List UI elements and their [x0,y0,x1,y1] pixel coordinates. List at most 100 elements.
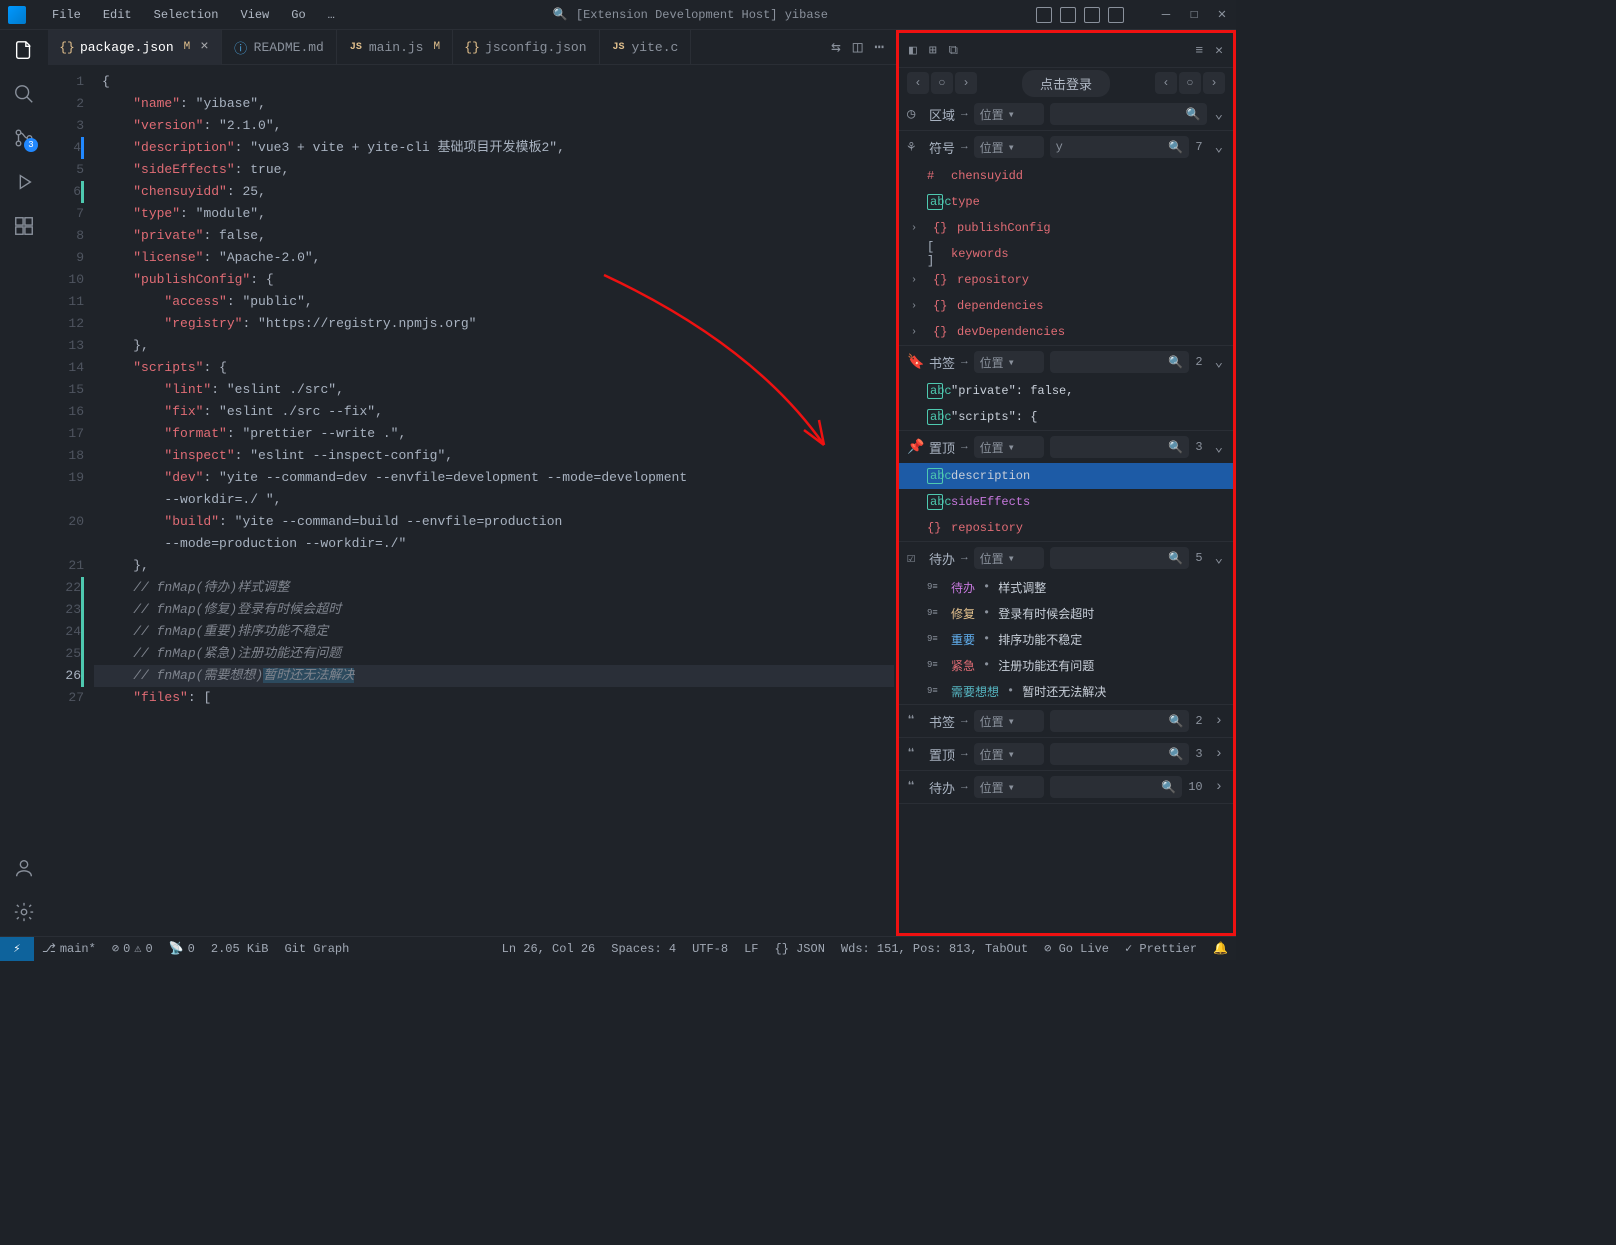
prettier[interactable]: ✓ Prettier [1117,937,1205,961]
todo-item[interactable]: 9≡待办•样式调整 [899,574,1233,600]
filter-input[interactable]: 🔍 [1050,436,1190,458]
menu-edit[interactable]: Edit [93,4,142,26]
pin-item[interactable]: {}repository [899,515,1233,541]
todo-item[interactable]: 9≡重要•排序功能不稳定 [899,626,1233,652]
panel-icon[interactable]: ⧉ [949,43,958,58]
minimize-icon[interactable]: — [1160,9,1172,21]
git-graph[interactable]: Git Graph [276,937,357,961]
filter-dropdown[interactable]: 位置▾ [974,776,1044,798]
remote-button[interactable]: ⚡ [0,937,34,961]
search-icon[interactable] [12,82,36,106]
go-live[interactable]: ⊘ Go Live [1036,937,1117,961]
menu-icon[interactable]: ≡ [1195,43,1203,58]
menu-go[interactable]: Go [281,4,315,26]
title-center[interactable]: 🔍 [Extension Development Host] yibase [345,7,1036,22]
filter-dropdown[interactable]: 位置▾ [974,547,1044,569]
account-icon[interactable] [12,856,36,880]
filter-input[interactable]: 🔍 [1050,776,1183,798]
symbol-item[interactable]: abctype [899,189,1233,215]
tab-readme[interactable]: ⓘ README.md [222,30,337,65]
collapse-icon[interactable]: ⌄ [1213,550,1225,567]
collapse-icon[interactable]: › [1213,779,1225,795]
cursor-position[interactable]: Ln 26, Col 26 [494,937,604,961]
filter-input[interactable]: 🔍 [1050,103,1207,125]
filter-dropdown[interactable]: 位置▾ [974,436,1044,458]
problems-status[interactable]: ⊘ 0 ⚠ 0 [104,937,161,961]
symbol-item[interactable]: ›{}devDependencies [899,319,1233,345]
nav-next[interactable]: › [1203,72,1225,94]
indentation[interactable]: Spaces: 4 [603,937,684,961]
menu-selection[interactable]: Selection [144,4,229,26]
compare-icon[interactable]: ⇆ [831,37,841,57]
code-content[interactable]: { "name": "yibase", "version": "2.1.0", … [94,65,894,936]
layout-icon[interactable] [1084,7,1100,23]
encoding[interactable]: UTF-8 [684,937,736,961]
close-icon[interactable]: ✕ [1215,43,1223,58]
todo-item[interactable]: 9≡紧急•注册功能还有问题 [899,652,1233,678]
filter-dropdown[interactable]: 位置▾ [974,103,1044,125]
filter-input[interactable]: 🔍 [1050,547,1190,569]
extensions-icon[interactable] [12,214,36,238]
todo-item[interactable]: 9≡修复•登录有时候会超时 [899,600,1233,626]
tab-main-js[interactable]: JS main.js M [337,30,453,65]
login-button[interactable]: 点击登录 [1022,70,1110,97]
notifications[interactable]: 🔔 [1205,937,1236,961]
tab-package-json[interactable]: {} package.json M × [48,30,222,65]
nav-circle[interactable]: ○ [1179,72,1201,94]
settings-icon[interactable] [12,900,36,924]
split-icon[interactable]: ◫ [853,37,863,57]
language[interactable]: {} JSON [767,937,833,961]
pin-item[interactable]: abcsideEffects [899,489,1233,515]
filter-dropdown[interactable]: 位置▾ [974,351,1044,373]
close-icon[interactable]: ✕ [1216,9,1228,21]
layout-icon[interactable] [1060,7,1076,23]
symbol-item[interactable]: ›{}repository [899,267,1233,293]
more-icon[interactable]: ⋯ [874,37,884,57]
collapse-icon[interactable]: ⌄ [1213,354,1225,371]
word-count[interactable]: Wds: 151, Pos: 813, TabOut [833,937,1036,961]
maximize-icon[interactable]: ☐ [1188,9,1200,21]
tab-jsconfig[interactable]: {} jsconfig.json [453,30,599,65]
radio-status[interactable]: 📡 0 [161,937,203,961]
collapse-icon[interactable]: ⌄ [1213,439,1225,456]
nav-next[interactable]: › [955,72,977,94]
scm-icon[interactable]: 3 [12,126,36,150]
tab-yite[interactable]: JS yite.c [600,30,692,65]
nav-prev[interactable]: ‹ [1155,72,1177,94]
eol[interactable]: LF [736,937,766,961]
filter-dropdown[interactable]: 位置▾ [974,743,1044,765]
nav-circle[interactable]: ○ [931,72,953,94]
filter-dropdown[interactable]: 位置▾ [974,136,1044,158]
panel-icon[interactable]: ⊞ [929,43,937,58]
filter-input[interactable]: 🔍 [1050,351,1190,373]
debug-icon[interactable] [12,170,36,194]
symbol-item[interactable]: ›{}publishConfig [899,215,1233,241]
filter-input[interactable]: 🔍 [1050,710,1190,732]
symbol-item[interactable]: #chensuyidd [899,163,1233,189]
pin-item[interactable]: abcdescription [899,463,1233,489]
nav-prev[interactable]: ‹ [907,72,929,94]
filter-dropdown[interactable]: 位置▾ [974,710,1044,732]
branch-status[interactable]: ⎇ main* [34,937,104,961]
explorer-icon[interactable] [12,38,36,62]
symbol-item[interactable]: ›{}dependencies [899,293,1233,319]
panel-icon[interactable]: ◧ [909,43,917,58]
filter-input[interactable]: 🔍 [1050,743,1190,765]
menu-more[interactable]: … [318,4,345,26]
collapse-icon[interactable]: › [1213,713,1225,729]
collapse-icon[interactable]: › [1213,746,1225,762]
collapse-icon[interactable]: ⌄ [1213,139,1225,156]
todo-item[interactable]: 9≡需要想想•暂时还无法解决 [899,678,1233,704]
editor[interactable]: 1234 5678 9101112 13141516 171819 2021 2… [48,65,896,936]
close-icon[interactable]: × [200,39,208,55]
collapse-icon[interactable]: ⌄ [1213,106,1225,123]
menu-file[interactable]: File [42,4,91,26]
filter-input[interactable]: y🔍 [1050,136,1190,158]
bookmark-item[interactable]: abc"private": false, [899,378,1233,404]
layout-icon[interactable] [1036,7,1052,23]
bookmark-item[interactable]: abc"scripts": { [899,404,1233,430]
menu-view[interactable]: View [230,4,279,26]
layout-icon[interactable] [1108,7,1124,23]
js-icon: JS [612,40,626,54]
symbol-item[interactable]: [ ]keywords [899,241,1233,267]
